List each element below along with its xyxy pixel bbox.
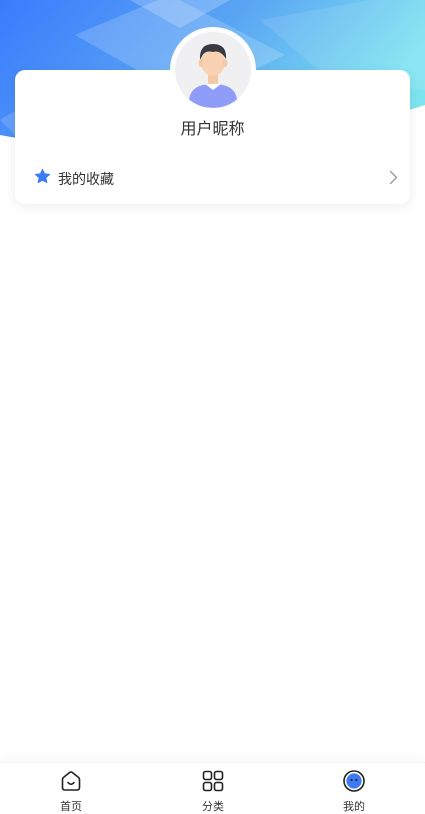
user-nickname[interactable]: 用户昵称 [0,115,425,139]
avatar-icon [175,32,251,108]
chevron-right-icon [389,170,398,189]
favorites-label: 我的收藏 [58,172,114,188]
bottom-tab-bar: 首页 分类 我的 [0,762,425,814]
tab-mine[interactable]: 我的 [314,769,394,814]
favorites-menu-item[interactable]: 我的收藏 [15,160,410,196]
tab-home[interactable]: 首页 [31,769,111,814]
tab-home-label: 首页 [60,800,82,813]
star-icon [34,168,51,189]
tab-category[interactable]: 分类 [173,769,253,814]
category-grid-icon [173,769,253,797]
avatar[interactable] [170,27,256,113]
home-icon [31,769,111,797]
tab-mine-label: 我的 [343,800,365,813]
tab-category-label: 分类 [202,800,224,813]
profile-icon [314,769,394,797]
